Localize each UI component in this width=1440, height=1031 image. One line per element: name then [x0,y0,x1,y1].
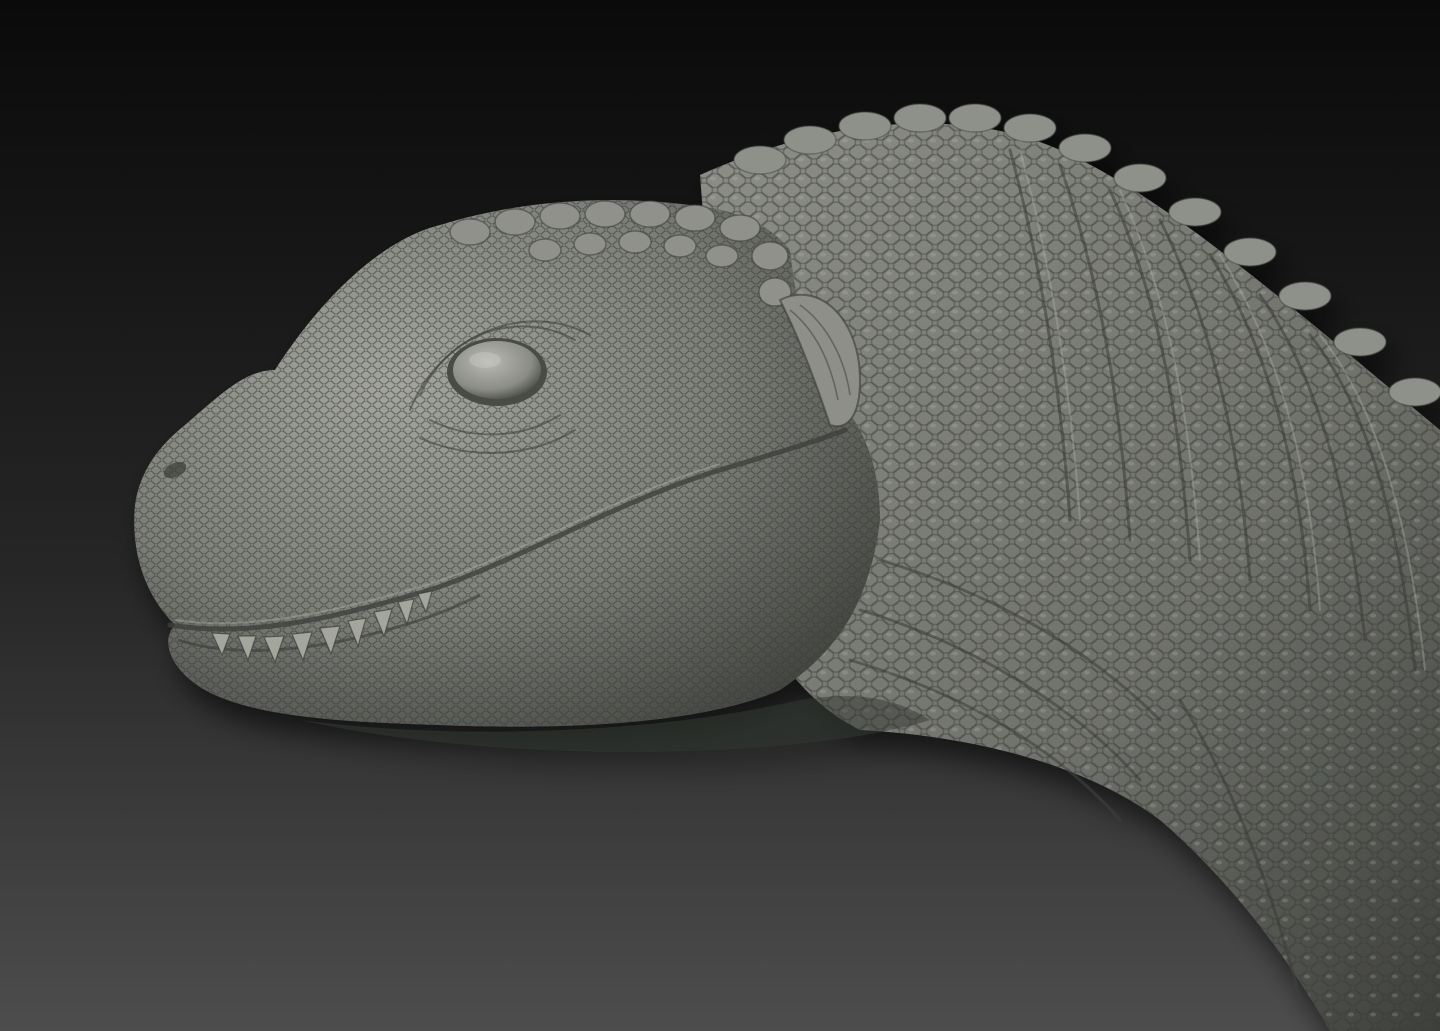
sculpt-render [0,0,1440,1031]
sculpt-viewport[interactable] [0,0,1440,1031]
